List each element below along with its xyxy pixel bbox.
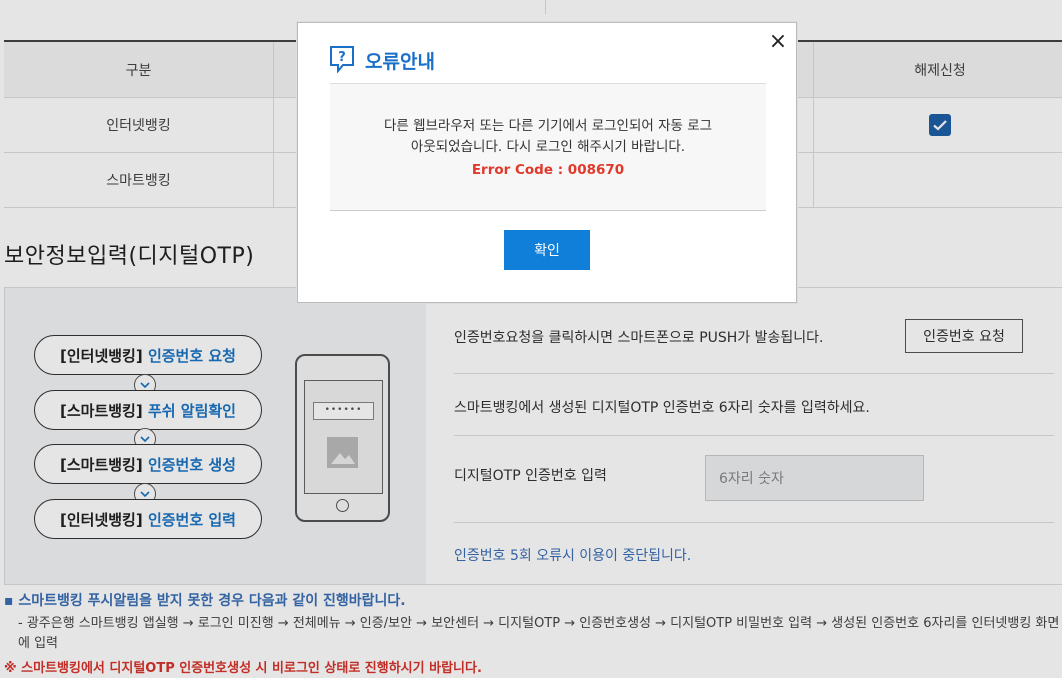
svg-text:?: ? [338, 50, 346, 65]
dialog-message: 다른 웹브라우저 또는 다른 기기에서 로그인되어 자동 로그 아웃되었습니다.… [330, 116, 766, 158]
message-line: 아웃되었습니다. 다시 로그인 해주시기 바랍니다. [410, 139, 686, 155]
close-icon[interactable]: × [768, 31, 788, 53]
help-bubble-icon: ? [329, 45, 355, 74]
message-line: 다른 웹브라우저 또는 다른 기기에서 로그인되어 자동 로그 [383, 118, 713, 134]
error-dialog: ? 오류안내 × 다른 웹브라우저 또는 다른 기기에서 로그인되어 자동 로그… [297, 22, 797, 303]
confirm-button[interactable]: 확인 [504, 230, 590, 270]
page: 구분 해제신청 인터넷뱅킹 스마트뱅킹 보안정보입력(디지털OTP) [인터넷뱅… [0, 0, 1062, 678]
dialog-body: 다른 웹브라우저 또는 다른 기기에서 로그인되어 자동 로그 아웃되었습니다.… [330, 83, 766, 211]
dialog-title: 오류안내 [365, 51, 435, 73]
error-code: Error Code : 008670 [471, 162, 625, 178]
